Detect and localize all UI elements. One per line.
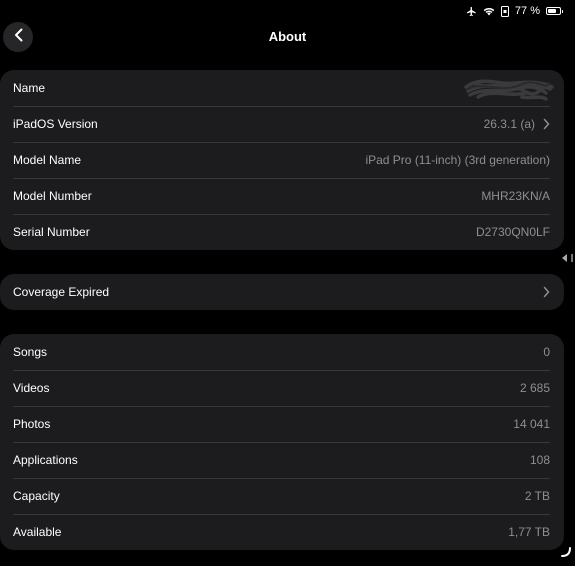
orientation-lock-icon: [500, 5, 509, 17]
row-value: 2 TB: [524, 489, 550, 503]
row-label: Model Number: [13, 189, 92, 203]
row-serial-number[interactable]: Serial Number D2730QN0LF: [0, 214, 564, 250]
status-bar: 77 %: [466, 4, 563, 18]
row-value: 1,77 TB: [508, 525, 550, 539]
row-label: Coverage Expired: [13, 285, 110, 299]
redaction-scribble: [462, 77, 554, 104]
row-value: 14 041: [513, 417, 550, 431]
row-value: 0: [543, 345, 550, 359]
row-value: D2730QN0LF: [475, 225, 550, 239]
row-coverage[interactable]: Coverage Expired: [0, 274, 564, 310]
row-ipados-version[interactable]: iPadOS Version 26.3.1 (a): [0, 106, 564, 142]
chevron-right-icon: [543, 286, 550, 298]
row-name[interactable]: Name: [0, 70, 564, 106]
battery-icon: [546, 7, 563, 15]
row-model-name[interactable]: Model Name iPad Pro (11-inch) (3rd gener…: [0, 142, 564, 178]
coverage-group: Coverage Expired: [0, 274, 564, 310]
nav-bar: About: [0, 22, 575, 52]
row-applications: Applications 108: [0, 442, 564, 478]
page-title: About: [268, 29, 307, 44]
chevron-right-icon: [543, 118, 550, 130]
row-label: Model Name: [13, 153, 82, 167]
stats-group: Songs 0 Videos 2 685 Photos 14 041 Appli…: [0, 334, 564, 550]
row-label: Available: [13, 525, 62, 539]
resize-handle-icon[interactable]: [561, 544, 571, 562]
device-info-group: Name iPadOS Version 26.3.1 (a) Model Nam…: [0, 70, 564, 250]
battery-level: [548, 9, 557, 13]
row-label: Applications: [13, 453, 78, 467]
row-value: 2 685: [519, 381, 550, 395]
row-value: 26.3.1 (a): [483, 117, 535, 131]
row-label: Videos: [13, 381, 50, 395]
airplane-icon: [466, 6, 477, 17]
row-label: Photos: [13, 417, 51, 431]
row-capacity: Capacity 2 TB: [0, 478, 564, 514]
row-model-number[interactable]: Model Number MHR23KN/A: [0, 178, 564, 214]
row-label: Songs: [13, 345, 48, 359]
row-videos: Videos 2 685: [0, 370, 564, 406]
row-value: iPad Pro (11-inch) (3rd generation): [365, 153, 550, 167]
row-photos: Photos 14 041: [0, 406, 564, 442]
row-value: MHR23KN/A: [481, 189, 550, 203]
row-available: Available 1,77 TB: [0, 514, 564, 550]
side-handle-icon[interactable]: [561, 253, 575, 263]
row-label: Capacity: [13, 489, 60, 503]
row-songs: Songs 0: [0, 334, 564, 370]
battery-percent: 77 %: [514, 5, 540, 17]
row-label: iPadOS Version: [13, 117, 98, 131]
wifi-icon: [483, 6, 495, 16]
row-label: Serial Number: [13, 225, 90, 239]
row-value: 108: [529, 453, 550, 467]
